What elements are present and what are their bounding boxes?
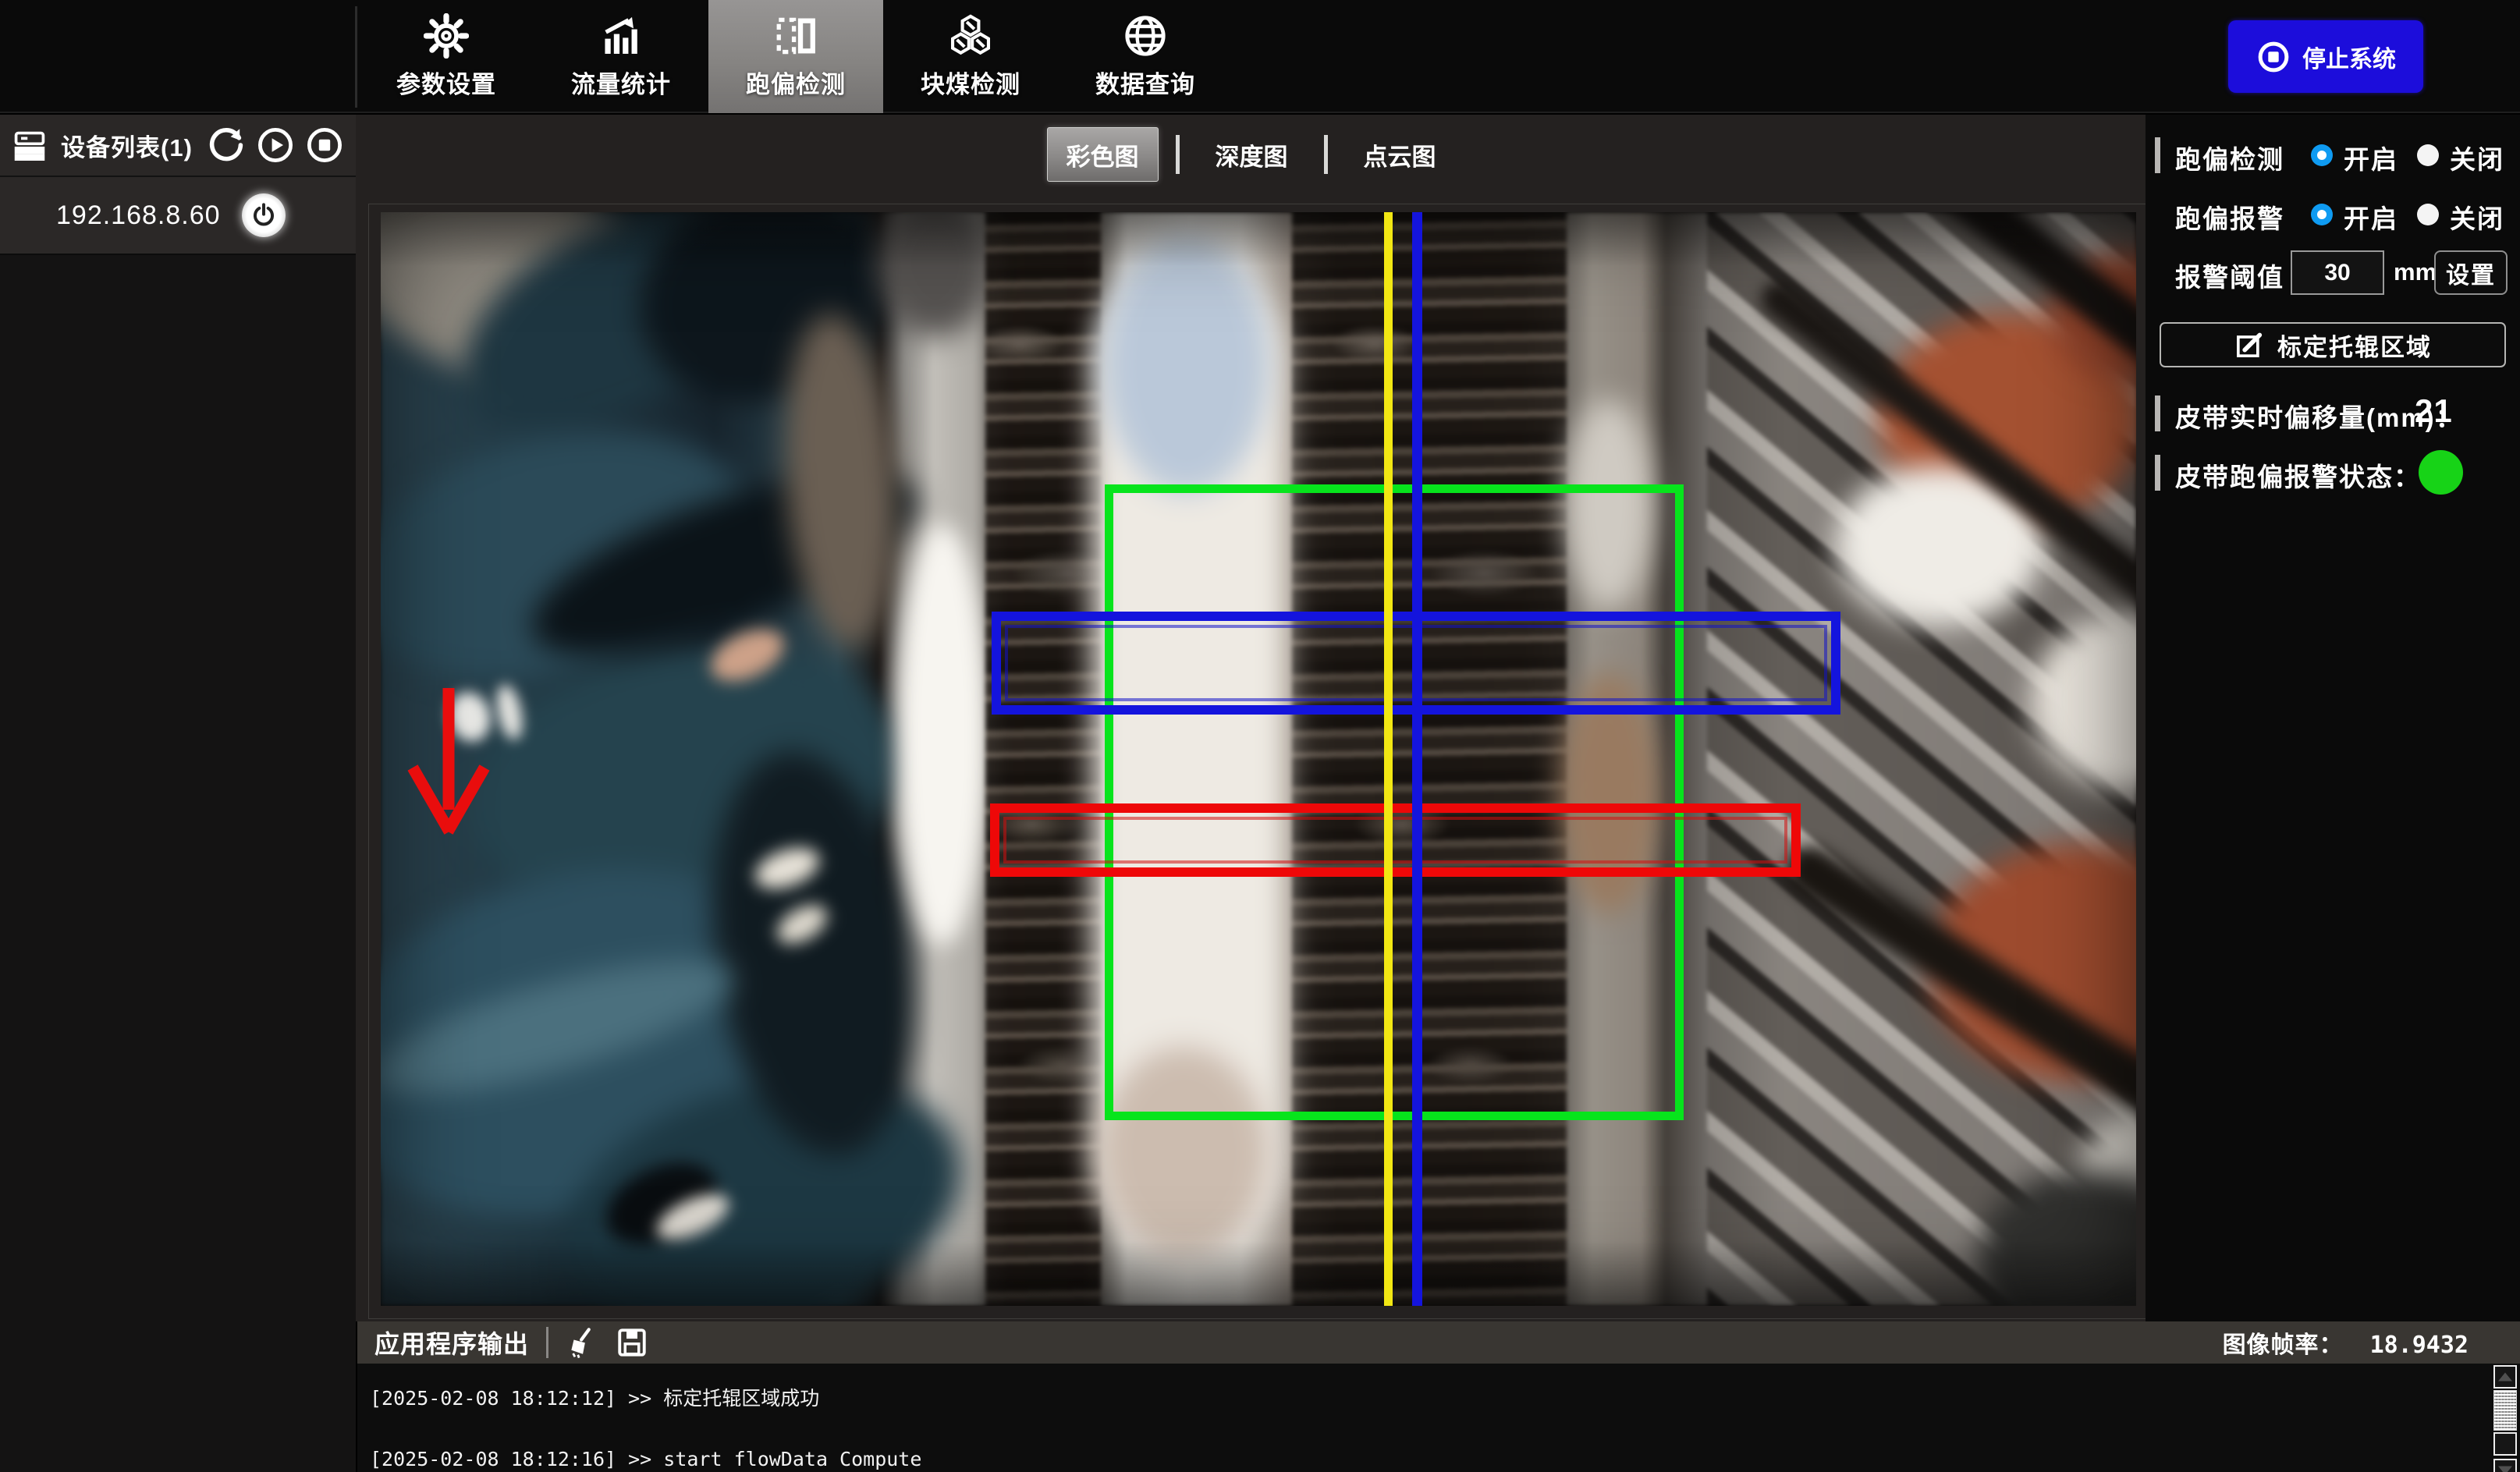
scroll-up-button[interactable] bbox=[2493, 1365, 2517, 1389]
nav-label: 跑偏检测 bbox=[746, 65, 846, 100]
deviation-detection-row: 跑偏检测 开启 关闭 bbox=[2146, 133, 2520, 178]
nav-item-parameter-settings[interactable]: 参数设置 bbox=[359, 0, 534, 113]
alarm-on-label[interactable]: 开启 bbox=[2344, 198, 2398, 236]
threshold-set-button[interactable]: 设置 bbox=[2434, 250, 2508, 295]
bar-chart-icon bbox=[598, 13, 644, 59]
device-list-icon bbox=[12, 129, 47, 161]
realtime-offset-row: 皮带实时偏移量(mm)： 21 bbox=[2146, 391, 2520, 436]
deviation-icon bbox=[773, 13, 818, 59]
play-all-button[interactable] bbox=[257, 126, 294, 164]
nav-label: 数据查询 bbox=[1095, 65, 1195, 100]
log-header-bar: 应用程序输出 图像帧率： 18.9432 bbox=[357, 1321, 2520, 1364]
frame-rate-value: 18.9432 bbox=[2370, 1332, 2469, 1359]
tab-divider bbox=[1176, 135, 1180, 174]
device-list-title: 设备列表(1) bbox=[61, 128, 196, 163]
coal-icon bbox=[948, 13, 993, 59]
tab-divider bbox=[1324, 135, 1328, 174]
image-mode-tabs: 彩色图 深度图 点云图 bbox=[356, 124, 2146, 185]
gear-icon bbox=[424, 13, 469, 59]
alarm-threshold-input[interactable] bbox=[2291, 250, 2384, 295]
globe-icon bbox=[1123, 13, 1168, 59]
alarm-status-indicator bbox=[2419, 450, 2463, 495]
deviation-control-panel: 跑偏检测 开启 关闭 跑偏报警 开启 关闭 报警阈值 mm 设置 标定托辊区域 … bbox=[2146, 115, 2520, 1321]
tab-point-cloud[interactable]: 点云图 bbox=[1345, 127, 1455, 182]
device-power-button[interactable] bbox=[242, 193, 286, 237]
alarm-status-row: 皮带跑偏报警状态： bbox=[2146, 450, 2520, 495]
deviation-alarm-label: 跑偏报警 bbox=[2175, 198, 2284, 236]
overlay-calibrated-roi-green bbox=[1105, 484, 1684, 1120]
overlay-current-line-blue bbox=[1412, 212, 1422, 1306]
stop-all-button[interactable] bbox=[306, 126, 343, 164]
accent-bar bbox=[2155, 137, 2160, 173]
nav-items: 参数设置 流量统计 跑偏检测 块煤检测 数据查询 bbox=[359, 0, 1233, 113]
edit-area-icon bbox=[2234, 329, 2265, 360]
scrollbar-track-box[interactable] bbox=[2493, 1432, 2517, 1456]
clear-log-icon[interactable] bbox=[566, 1326, 598, 1359]
nav-item-lump-coal-detection[interactable]: 块煤检测 bbox=[883, 0, 1058, 113]
viewer-panel: 彩色图 深度图 点云图 bbox=[356, 115, 2146, 1321]
detection-on-label[interactable]: 开启 bbox=[2344, 139, 2398, 176]
log-lines: [2025-02-08 18:12:12] >> 标定托辊区域成功 [2025-… bbox=[370, 1364, 1297, 1472]
device-sidebar: 设备列表(1) 192.168.8.60 bbox=[0, 115, 356, 1472]
top-nav-bar: 参数设置 流量统计 跑偏检测 块煤检测 数据查询 bbox=[0, 0, 2520, 113]
accent-bar bbox=[2155, 455, 2160, 491]
log-line-partial: [2025-02-08 18:12:12] >> 标定托辊区域成功 bbox=[370, 1389, 1297, 1409]
nav-label: 参数设置 bbox=[396, 65, 496, 100]
device-ip: 192.168.8.60 bbox=[56, 200, 221, 231]
realtime-offset-value: 21 bbox=[2415, 392, 2453, 430]
log-line: [2025-02-08 18:12:16] >> start flowData … bbox=[370, 1449, 1297, 1470]
log-title: 应用程序输出 bbox=[374, 1325, 529, 1360]
tab-color-image[interactable]: 彩色图 bbox=[1047, 127, 1159, 182]
deviation-detection-label: 跑偏检测 bbox=[2175, 139, 2284, 176]
nav-left-divider bbox=[355, 6, 357, 108]
triangle-down-icon bbox=[2498, 1467, 2512, 1472]
alarm-off-label[interactable]: 关闭 bbox=[2450, 198, 2504, 236]
nav-item-data-query[interactable]: 数据查询 bbox=[1058, 0, 1233, 113]
threshold-unit-label: mm bbox=[2394, 258, 2437, 286]
nav-item-deviation-detection[interactable]: 跑偏检测 bbox=[708, 0, 883, 113]
nav-item-flow-statistics[interactable]: 流量统计 bbox=[534, 0, 708, 113]
scrollbar-thumb[interactable] bbox=[2493, 1390, 2517, 1431]
device-list-header: 设备列表(1) bbox=[0, 115, 356, 177]
device-row[interactable]: 192.168.8.60 bbox=[0, 177, 356, 255]
scroll-down-button[interactable] bbox=[2493, 1459, 2517, 1472]
log-scrollbar[interactable] bbox=[2493, 1365, 2518, 1472]
camera-image bbox=[381, 212, 2136, 1306]
alarm-threshold-label: 报警阈值 bbox=[2175, 257, 2284, 294]
frame-rate-status: 图像帧率： 18.9432 bbox=[2223, 1325, 2520, 1360]
camera-image-frame bbox=[368, 204, 2149, 1319]
calibrate-roller-area-button[interactable]: 标定托辊区域 bbox=[2160, 322, 2506, 367]
detection-off-radio[interactable] bbox=[2417, 144, 2439, 166]
tab-depth-image[interactable]: 深度图 bbox=[1197, 127, 1307, 182]
log-output-panel: [2025-02-08 18:12:12] >> 标定托辊区域成功 [2025-… bbox=[357, 1364, 2520, 1472]
alarm-status-label: 皮带跑偏报警状态： bbox=[2175, 456, 2421, 494]
detection-off-label[interactable]: 关闭 bbox=[2450, 139, 2504, 176]
stop-system-button[interactable]: 停止系统 bbox=[2228, 20, 2423, 93]
alarm-threshold-row: 报警阈值 mm 设置 bbox=[2146, 250, 2520, 296]
stop-system-label: 停止系统 bbox=[2302, 40, 2396, 74]
frame-rate-label: 图像帧率： bbox=[2223, 1325, 2344, 1360]
nav-label: 流量统计 bbox=[571, 65, 671, 100]
detection-on-radio[interactable] bbox=[2311, 144, 2333, 166]
overlay-belt-roi-red bbox=[990, 803, 1801, 877]
triangle-up-icon bbox=[2498, 1373, 2512, 1382]
alarm-off-radio[interactable] bbox=[2417, 204, 2439, 225]
log-header-divider bbox=[546, 1327, 548, 1358]
overlay-reference-line-yellow bbox=[1384, 212, 1393, 1306]
calibrate-roller-area-label: 标定托辊区域 bbox=[2277, 328, 2432, 363]
belt-direction-arrow-icon bbox=[400, 685, 497, 841]
refresh-devices-button[interactable] bbox=[208, 126, 245, 164]
alarm-on-radio[interactable] bbox=[2311, 204, 2333, 225]
deviation-alarm-row: 跑偏报警 开启 关闭 bbox=[2146, 192, 2520, 237]
stop-circle-icon bbox=[2256, 39, 2291, 75]
save-log-icon[interactable] bbox=[616, 1326, 648, 1359]
nav-label: 块煤检测 bbox=[921, 65, 1020, 100]
accent-bar bbox=[2155, 395, 2160, 431]
